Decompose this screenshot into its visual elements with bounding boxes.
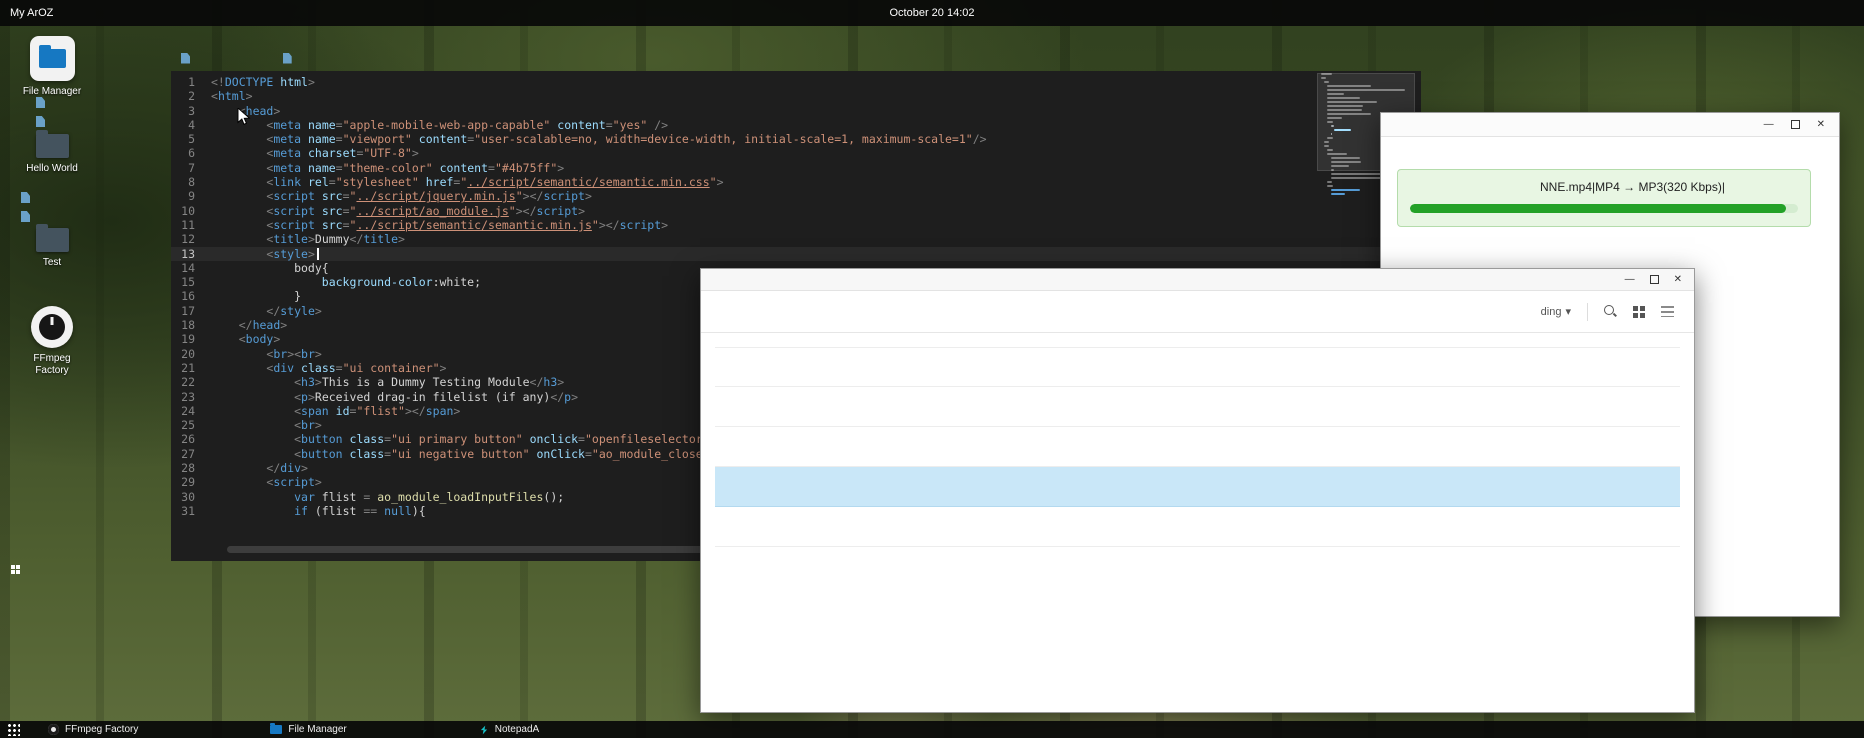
list-item-selected[interactable] [715,467,1680,507]
conversion-job: NNE.mp4|MP4 → MP3(320 Kbps)| [1397,169,1811,227]
top-bar: My ArOZ October 20 14:02 [0,0,1864,26]
code-line-10[interactable]: 10 <script src="../script/ao_module.js">… [171,204,1421,218]
code-line-3[interactable]: 3 <head> [171,104,1421,118]
taskbar-item-notepada[interactable]: NotepadA [473,721,545,738]
maximize-button[interactable] [1650,275,1659,284]
notepada-icon [479,725,489,735]
desktop-icon-ffmpeg-factory[interactable]: FFmpeg Factory [14,306,90,376]
caret-down-icon: ▾ [1565,305,1571,318]
grid-view-icon[interactable] [1633,306,1645,318]
app-menu-icon[interactable] [7,723,20,736]
sort-dropdown[interactable]: ding ▾ [1541,305,1571,318]
folder-icon [36,134,69,158]
status-grid-icon [11,565,20,574]
files-window: — ✕ ding ▾ [700,268,1695,713]
search-icon[interactable] [1604,305,1617,318]
maximize-button[interactable] [1791,120,1800,129]
desktop: My ArOZ October 20 14:02 File Manager He… [0,0,1864,738]
taskbar: FFmpeg Factory File Manager NotepadA [0,721,1864,738]
taskbar-item-file-manager[interactable]: File Manager [264,721,352,738]
taskbar-item-label: NotepadA [495,724,539,735]
code-line-12[interactable]: 12 <title>Dummy</title> [171,232,1421,246]
taskbar-item-label: File Manager [288,724,346,735]
desktop-icon-label: File Manager [23,86,81,98]
code-line-11[interactable]: 11 <script src="../script/semantic/seman… [171,218,1421,232]
folder-icon [36,228,69,252]
file-manager-icon [270,725,282,734]
toolbar-divider [1587,303,1588,321]
aroz-brand[interactable]: My ArOZ [10,7,53,19]
desktop-icon-test[interactable]: Test [14,228,90,269]
converter-titlebar[interactable]: — ✕ [1381,113,1839,137]
ffmpeg-factory-icon [31,306,73,348]
list-item[interactable] [715,347,1680,387]
code-line-1[interactable]: 1<!DOCTYPE html> [171,75,1421,89]
list-item[interactable] [715,427,1680,467]
sort-label: ding [1541,306,1562,318]
mouse-cursor [236,108,252,126]
desktop-icon-file-manager[interactable]: File Manager [14,36,90,98]
files-toolbar: ding ▾ [701,291,1694,333]
code-line-7[interactable]: 7 <meta name="theme-color" content="#4b7… [171,161,1421,175]
desktop-icon-label: Test [43,257,61,269]
conversion-progress-fill [1410,204,1786,213]
taskbar-item-ffmpeg-factory[interactable]: FFmpeg Factory [42,721,144,738]
code-line-5[interactable]: 5 <meta name="viewport" content="user-sc… [171,132,1421,146]
code-line-2[interactable]: 2<html> [171,89,1421,103]
code-line-4[interactable]: 4 <meta name="apple-mobile-web-app-capab… [171,118,1421,132]
code-line-13[interactable]: 13 <style> [171,247,1421,261]
file-manager-icon [30,36,75,81]
minimize-button[interactable]: — [1764,120,1774,130]
list-item[interactable] [715,387,1680,427]
clock: October 20 14:02 [889,7,974,19]
conversion-job-label: NNE.mp4|MP4 → MP3(320 Kbps)| [1410,180,1798,194]
list-view-icon[interactable] [1661,306,1674,317]
code-line-6[interactable]: 6 <meta charset="UTF-8"> [171,146,1421,160]
desktop-icon-label: Hello World [26,163,78,175]
ffmpeg-factory-icon [48,724,59,735]
files-list [701,333,1694,561]
code-line-9[interactable]: 9 <script src="../script/jquery.min.js">… [171,189,1421,203]
close-button[interactable]: ✕ [1817,120,1825,130]
list-item[interactable] [715,507,1680,547]
close-button[interactable]: ✕ [1674,275,1682,285]
code-line-8[interactable]: 8 <link rel="stylesheet" href="../script… [171,175,1421,189]
minimize-button[interactable]: — [1625,275,1635,285]
taskbar-item-label: FFmpeg Factory [65,724,138,735]
files-titlebar[interactable]: — ✕ [701,269,1694,291]
conversion-progress-bar [1410,204,1798,213]
desktop-icon-label: FFmpeg Factory [21,353,83,376]
desktop-icon-hello-world[interactable]: Hello World [14,134,90,175]
